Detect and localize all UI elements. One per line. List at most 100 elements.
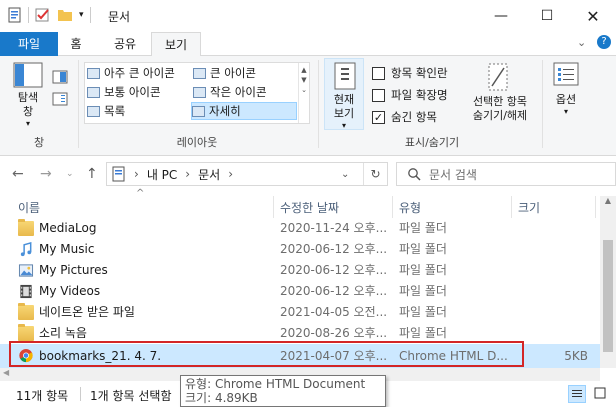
column-header: ^ 이름 수정한 날짜 유형 크기: [0, 188, 600, 218]
hidden-items-toggle[interactable]: ✓ 숨긴 항목: [372, 109, 437, 125]
column-size[interactable]: 크기: [518, 199, 540, 216]
list-view-icon: [87, 105, 100, 117]
new-folder-icon[interactable]: [57, 8, 73, 22]
list-item[interactable]: 네이트온 받은 파일 2021-04-05 오전... 파일 폴더: [0, 302, 600, 323]
file-extensions-toggle[interactable]: 파일 확장명: [372, 87, 448, 103]
large-icons-icon: [193, 67, 206, 79]
maximize-button[interactable]: ☐: [524, 0, 570, 32]
checkbox[interactable]: [372, 66, 385, 80]
dropdown-arrow-icon: ▾: [25, 119, 30, 128]
preview-pane-icon[interactable]: [52, 70, 68, 84]
help-icon[interactable]: ?: [597, 35, 611, 49]
tooltip-size: 크기: 4.89KB: [185, 391, 258, 405]
details-pane-icon[interactable]: [52, 92, 68, 106]
ribbon-separator: [542, 60, 543, 148]
breadcrumb-this-pc[interactable]: 내 PC: [147, 166, 177, 183]
large-icons-view-icon: [594, 387, 606, 399]
back-arrow-icon[interactable]: ←: [12, 166, 24, 182]
search-placeholder: 문서 검색: [429, 167, 477, 182]
folder-icon: [18, 303, 34, 320]
options-button[interactable]: 옵션 ▾: [546, 62, 586, 132]
navigation-pane-icon: [13, 62, 43, 88]
layout-group-label: 레이아웃: [176, 136, 218, 149]
tab-file[interactable]: 파일: [0, 32, 58, 56]
search-box[interactable]: 문서 검색: [396, 162, 616, 186]
ribbon-separator: [78, 60, 79, 148]
address-bar[interactable]: › 내 PC › 문서 › ⌄ ↻: [106, 162, 388, 186]
pictures-folder-icon: [18, 264, 34, 277]
tab-share[interactable]: 공유: [108, 32, 142, 56]
documents-location-icon: [112, 166, 125, 182]
tab-home[interactable]: 홈: [62, 32, 90, 56]
forward-arrow-icon[interactable]: →: [40, 166, 52, 182]
scroll-up-icon[interactable]: ▲: [600, 196, 616, 205]
breadcrumb-separator-icon[interactable]: ›: [185, 167, 190, 181]
layout-extra-large-icons[interactable]: 아주 큰 아이콘: [87, 64, 175, 82]
layout-large-icons[interactable]: 큰 아이콘: [193, 64, 256, 82]
up-arrow-icon[interactable]: ↑: [86, 166, 98, 182]
details-view-icon: [192, 105, 205, 117]
dropdown-arrow-icon: ▾: [341, 121, 346, 130]
large-icons-view-button[interactable]: [592, 385, 610, 403]
item-count: 11개 항목: [16, 389, 69, 403]
column-name[interactable]: 이름: [18, 199, 40, 216]
ribbon: 탐색 창 ▾ 창 아주 큰 아이콘 큰 아이콘 보통 아이콘 작은 아이콘 목록…: [0, 56, 616, 156]
refresh-icon[interactable]: ↻: [363, 163, 387, 185]
dropdown-arrow-icon: ▾: [563, 107, 568, 116]
extra-large-icons-icon: [87, 67, 100, 79]
ribbon-tabs: 파일 홈 공유 보기 ⌄ ?: [0, 32, 616, 57]
sort-ascending-icon: ^: [136, 188, 145, 199]
list-item[interactable]: My Videos 2020-06-12 오후... 파일 폴더: [0, 281, 600, 302]
layout-scroll-arrows[interactable]: ▲ ▼ ⌄: [298, 63, 309, 123]
checkbox[interactable]: [372, 88, 385, 102]
ribbon-separator: [318, 60, 319, 148]
checkmark-properties-icon[interactable]: [35, 7, 51, 23]
column-divider[interactable]: [511, 196, 512, 218]
layout-details[interactable]: 자세히: [191, 102, 297, 120]
current-view-button[interactable]: 현재 보기 ▾: [324, 58, 364, 130]
layout-gallery: 아주 큰 아이콘 큰 아이콘 보통 아이콘 작은 아이콘 목록 자세히 ▲ ▼ ⌄: [84, 62, 310, 124]
pane-group-label: 창: [33, 136, 45, 149]
breadcrumb-documents[interactable]: 문서: [198, 166, 220, 183]
navigation-pane-button[interactable]: 탐색 창 ▾: [10, 62, 50, 130]
close-button[interactable]: ✕: [570, 0, 616, 32]
hide-selected-items-label: 선택한 항목 숨기기/해제: [472, 95, 528, 122]
scroll-left-icon[interactable]: ◀: [3, 368, 9, 377]
checkbox-checked[interactable]: ✓: [372, 110, 385, 124]
column-type[interactable]: 유형: [399, 199, 421, 216]
selected-count: 1개 항목 선택함: [90, 389, 172, 403]
tab-view[interactable]: 보기: [151, 32, 201, 57]
item-checkboxes-toggle[interactable]: 항목 확인란: [372, 65, 448, 81]
recent-locations-chevron-icon[interactable]: ⌄: [66, 169, 74, 179]
file-explorer-window: ▾ 문서 — ☐ ✕ 파일 홈 공유 보기 ⌄ ? 탐색 창 ▾ 창 아주 큰 …: [0, 0, 616, 407]
toolbar-separator: [89, 7, 91, 23]
minimize-button[interactable]: —: [478, 0, 524, 32]
options-label: 옵션: [555, 93, 577, 106]
customize-toolbar-icon[interactable]: ▾: [79, 10, 84, 20]
highlight-box: [9, 341, 524, 367]
address-bar-row: ← → ⌄ ↑ › 내 PC › 문서 › ⌄ ↻ 문서 검색: [0, 157, 616, 191]
collapse-ribbon-icon[interactable]: ⌄: [577, 36, 586, 49]
column-divider[interactable]: [392, 196, 393, 218]
properties-icon[interactable]: [8, 7, 22, 23]
list-item[interactable]: My Pictures 2020-06-12 오후... 파일 폴더: [0, 260, 600, 281]
window-title: 문서: [108, 10, 131, 24]
details-view-button[interactable]: [568, 385, 586, 403]
quick-access-toolbar: ▾: [8, 7, 91, 23]
column-date-modified[interactable]: 수정한 날짜: [280, 199, 339, 216]
hide-selected-items-icon: [488, 63, 508, 91]
hide-selected-items-button[interactable]: 선택한 항목 숨기기/해제: [464, 62, 536, 132]
address-dropdown-icon[interactable]: ⌄: [341, 169, 349, 180]
column-divider[interactable]: [595, 196, 596, 218]
layout-small-icons[interactable]: 작은 아이콘: [193, 83, 267, 101]
column-divider[interactable]: [273, 196, 274, 218]
tooltip-type: 유형: Chrome HTML Document: [185, 377, 366, 391]
layout-list[interactable]: 목록: [87, 102, 125, 120]
list-item[interactable]: My Music 2020-06-12 오후... 파일 폴더: [0, 239, 600, 260]
layout-medium-icons[interactable]: 보통 아이콘: [87, 83, 161, 101]
details-view-icon: [572, 390, 582, 397]
breadcrumb-separator-icon[interactable]: ›: [228, 167, 233, 181]
scroll-thumb[interactable]: [603, 240, 613, 352]
vertical-scrollbar[interactable]: ▲: [600, 196, 616, 368]
list-item[interactable]: MediaLog 2020-11-24 오후... 파일 폴더: [0, 218, 600, 239]
